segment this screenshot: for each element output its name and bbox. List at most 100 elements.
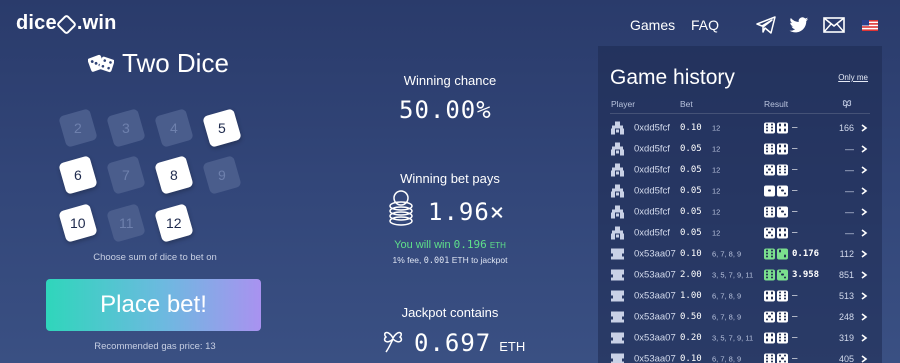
die-pip [783, 228, 787, 232]
chevron-right-icon[interactable] [860, 291, 868, 300]
chevron-right-icon[interactable] [860, 186, 868, 195]
die-pip [784, 276, 787, 279]
die-pip [765, 296, 769, 300]
die-pip [771, 312, 774, 315]
history-row[interactable]: 0x53aa07 2.00 3, 5, 7, 9, 11 3.958 851 [598, 264, 882, 285]
history-row[interactable]: 0xdd5fcf 0.05 12 — — [598, 180, 882, 201]
history-row[interactable]: 0x53aa07 0.10 6, 7, 8, 9 0.176 112 [598, 243, 882, 264]
chevron-right-icon[interactable] [860, 228, 868, 237]
mail-icon[interactable] [822, 14, 846, 36]
sum-card-9[interactable]: 9 [202, 155, 242, 195]
die-pip [765, 273, 769, 276]
result-payout: — [792, 185, 798, 196]
sum-card-2[interactable]: 2 [58, 108, 98, 148]
die-pip [771, 318, 774, 321]
winning-bet-pays-value: 1.96× [428, 198, 506, 226]
winning-chance-value: 50.00% [399, 96, 492, 124]
sum-card-7[interactable]: 7 [106, 155, 146, 195]
telegram-icon[interactable] [754, 14, 778, 36]
history-row[interactable]: 0xdd5fcf 0.10 12 — 166 [598, 117, 882, 138]
die-pip [770, 270, 774, 273]
two-dice-icon [88, 54, 114, 72]
nav-games-link[interactable]: Games [630, 17, 675, 33]
bet-amount: 0.05 [680, 143, 702, 154]
chevron-right-icon[interactable] [860, 270, 868, 279]
history-row[interactable]: 0xdd5fcf 0.05 12 — — [598, 159, 882, 180]
only-me-link[interactable]: Only me [838, 73, 868, 82]
die-pip [770, 360, 774, 363]
die-face-6-icon [777, 332, 788, 343]
result-payout: — [792, 143, 798, 154]
sum-card-5[interactable]: 5 [202, 108, 242, 148]
die-pip [765, 276, 769, 279]
history-row[interactable]: 0x53aa07 0.10 6, 7, 8, 9 — 405 [598, 348, 882, 363]
player-avatar-icon [611, 269, 624, 280]
history-row[interactable]: 0x53aa07 0.50 6, 7, 8, 9 — 248 [598, 306, 882, 327]
result-dice [764, 269, 788, 280]
us-flag-icon[interactable] [858, 14, 882, 36]
chevron-right-icon[interactable] [860, 333, 868, 342]
nav-faq-link[interactable]: FAQ [691, 17, 719, 33]
die-pip [778, 318, 782, 321]
jackpot-contribution: — [845, 143, 854, 154]
die-face-6-icon [764, 122, 775, 133]
die-face-5-icon [777, 353, 788, 363]
die-pip [783, 294, 787, 297]
die-pip [765, 360, 769, 363]
die-pip [783, 312, 787, 315]
die-face-6-icon [764, 269, 775, 280]
player-avatar-icon [611, 311, 624, 322]
logo[interactable]: dice .win [16, 12, 117, 36]
die-face-5-icon [764, 164, 775, 175]
die-pip [765, 150, 769, 153]
chevron-right-icon[interactable] [860, 144, 868, 153]
result-dice [764, 227, 788, 238]
history-row[interactable]: 0xdd5fcf 0.05 12 — — [598, 201, 882, 222]
history-row[interactable]: 0x53aa07 1.00 6, 7, 8, 9 — 513 [598, 285, 882, 306]
result-dice [764, 122, 788, 133]
chevron-right-icon[interactable] [860, 312, 868, 321]
die-face-3-icon [777, 269, 788, 280]
die-pip [765, 333, 769, 337]
chevron-right-icon[interactable] [860, 165, 868, 174]
result-dice [764, 332, 788, 343]
die-face-5-icon [764, 311, 775, 322]
bet-numbers: 6, 7, 8, 9 [712, 249, 742, 258]
sum-card-3[interactable]: 3 [106, 108, 146, 148]
die-pip [778, 336, 782, 339]
history-row[interactable]: 0x53aa07 0.20 3, 5, 7, 9, 11 — 319 [598, 327, 882, 348]
player-address: 0xdd5fcf [634, 185, 670, 196]
chevron-right-icon[interactable] [860, 123, 868, 132]
chevron-right-icon[interactable] [860, 249, 868, 258]
die-face-6-icon [764, 248, 775, 259]
bet-amount: 2.00 [680, 269, 702, 280]
die-pip [770, 252, 774, 255]
die-face-3-icon [777, 206, 788, 217]
bet-amount: 0.10 [680, 353, 702, 363]
sum-card-6[interactable]: 6 [58, 155, 98, 195]
die-pip [771, 228, 774, 231]
twitter-icon[interactable] [787, 14, 811, 36]
die-pip [765, 234, 768, 237]
sum-card-10[interactable]: 10 [58, 203, 98, 243]
result-dice [764, 311, 788, 322]
jackpot-contribution: 405 [838, 353, 854, 363]
history-row[interactable]: 0xdd5fcf 0.05 12 — — [598, 138, 882, 159]
bet-amount: 0.10 [680, 122, 702, 133]
die-pip [778, 149, 782, 153]
die-pip [783, 336, 787, 339]
history-row[interactable]: 0xdd5fcf 0.05 12 — — [598, 222, 882, 243]
die-pip [783, 333, 787, 336]
place-bet-button[interactable]: Place bet! [46, 279, 261, 331]
sum-card-4[interactable]: 4 [154, 108, 194, 148]
result-dice [764, 290, 788, 301]
sum-card-12[interactable]: 12 [154, 203, 194, 243]
chevron-right-icon[interactable] [860, 354, 868, 363]
game-title-text: Two Dice [122, 48, 229, 78]
die-pip [783, 149, 787, 153]
die-pip [770, 249, 774, 252]
chevron-right-icon[interactable] [860, 207, 868, 216]
column-bet: Bet [680, 99, 693, 109]
sum-card-8[interactable]: 8 [154, 155, 194, 195]
sum-card-11[interactable]: 11 [106, 203, 146, 243]
